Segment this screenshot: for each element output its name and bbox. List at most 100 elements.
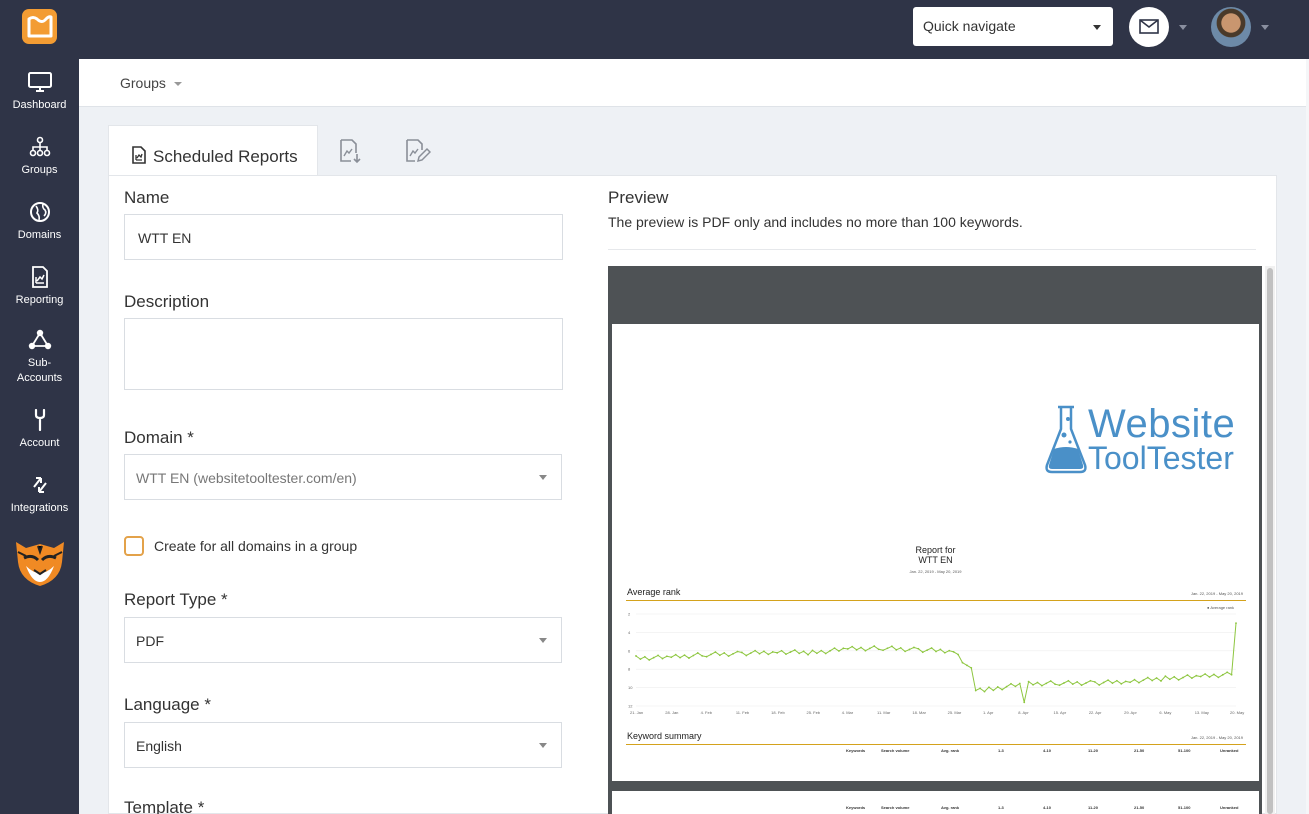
chart-data-point: [714, 651, 717, 653]
app-logo[interactable]: [22, 9, 57, 44]
chart-y-tick-label: 6: [628, 648, 631, 653]
chart-data-point: [1054, 683, 1057, 686]
chart-data-point: [952, 651, 955, 653]
chart-data-point: [965, 664, 968, 667]
keyword-summary-dates: Jan. 22, 2019 - May 20, 2019: [1190, 735, 1243, 740]
globe-icon: [29, 202, 50, 222]
preview-note: The preview is PDF only and includes no …: [608, 214, 1023, 230]
chart-data-point: [899, 646, 902, 649]
chart-data-point: [1071, 683, 1074, 686]
chart-data-point: [1040, 684, 1043, 687]
sidebar-item-integrations[interactable]: Integrations: [0, 474, 79, 516]
section-rule: [626, 600, 1246, 601]
chart-data-point: [1168, 678, 1171, 681]
sidebar-item-sub-accounts[interactable]: Sub- Accounts: [0, 329, 79, 386]
monitor-icon: [27, 72, 52, 92]
all-domains-checkbox-label[interactable]: Create for all domains in a group: [154, 538, 357, 554]
chart-data-point: [635, 655, 637, 657]
chart-data-point: [1063, 682, 1065, 684]
chart-data-point: [855, 648, 858, 651]
chart-data-point: [710, 653, 712, 656]
messages-dropdown-icon[interactable]: [1179, 25, 1187, 30]
chart-data-point: [1014, 685, 1017, 688]
chart-data-point: [740, 651, 743, 654]
chart-data-point: [1107, 679, 1109, 682]
chart-data-point: [873, 645, 876, 647]
summary-column-header: Keywords: [846, 805, 866, 810]
messages-button[interactable]: [1129, 7, 1169, 47]
pdf-page-2: [612, 791, 1259, 814]
quick-navigate-select[interactable]: Quick navigate: [913, 7, 1113, 46]
chart-data-point: [1102, 681, 1105, 684]
chart-data-point: [767, 653, 770, 656]
chart-x-tick-label: 4. Feb: [701, 710, 713, 715]
pdf-viewer-scroll-thumb[interactable]: [1267, 268, 1273, 814]
summary-column-header: 1-3: [998, 805, 1004, 810]
chart-data-point: [846, 648, 849, 650]
description-textarea[interactable]: [124, 318, 563, 390]
chart-data-point: [1001, 688, 1004, 691]
chart-data-point: [996, 686, 999, 688]
summary-column-header: Unranked: [1220, 805, 1239, 810]
sidebar-item-dashboard[interactable]: Dashboard: [0, 71, 79, 113]
domain-label: Domain *: [124, 428, 194, 447]
domain-select[interactable]: WTT EN (websitetooltester.com/en): [124, 454, 562, 500]
report-date-range: Jan. 22, 2019 - May 20, 2019: [909, 569, 962, 574]
chart-data-point: [842, 647, 845, 650]
chart-data-point: [868, 647, 871, 650]
chart-data-point: [970, 667, 973, 669]
groups-dropdown[interactable]: Groups: [120, 75, 166, 91]
chart-data-point: [1142, 679, 1145, 682]
chart-data-point: [917, 647, 920, 650]
chart-data-point: [988, 686, 990, 689]
preview-title: Preview: [608, 188, 669, 207]
language-select[interactable]: English: [124, 722, 562, 768]
chart-data-point: [1138, 681, 1140, 684]
sidebar-item-reporting[interactable]: Reporting: [0, 266, 79, 308]
tab-scheduled-reports[interactable]: Scheduled Reports: [108, 125, 318, 176]
report-type-select[interactable]: PDF: [124, 617, 562, 663]
chart-x-tick-label: 18. Mar: [912, 710, 926, 715]
sidebar-item-label: Integrations: [10, 502, 69, 514]
report-download-icon[interactable]: [337, 137, 365, 165]
chart-data-point: [882, 649, 884, 652]
chart-data-point: [1120, 682, 1123, 685]
chart-data-point: [1124, 680, 1127, 683]
chart-data-point: [657, 654, 659, 657]
all-domains-checkbox[interactable]: [124, 536, 144, 556]
chart-data-point: [829, 649, 832, 652]
chart-data-point: [860, 646, 862, 649]
sidebar-item-domains[interactable]: Domains: [0, 201, 79, 243]
average-rank-series-points: [635, 622, 1237, 704]
chart-data-point: [1027, 680, 1030, 683]
chart-data-point: [908, 648, 911, 651]
report-edit-icon[interactable]: [403, 137, 431, 165]
sidebar-item-label-line2: Accounts: [16, 372, 63, 384]
chart-data-point: [1177, 679, 1180, 681]
chart-data-point: [864, 649, 867, 652]
integrations-arrows-icon: [32, 477, 47, 493]
name-input[interactable]: WTT EN: [124, 214, 563, 260]
chart-data-point: [1085, 682, 1087, 684]
name-label: Name: [124, 188, 170, 207]
chart-data-point: [904, 650, 907, 653]
chart-data-point: [961, 661, 964, 664]
user-menu-dropdown-icon[interactable]: [1261, 25, 1269, 30]
user-avatar[interactable]: [1211, 7, 1251, 47]
sidebar: Dashboard Groups Domains Reporting Sub- …: [0, 59, 79, 814]
chart-data-point: [723, 652, 726, 654]
sidebar-item-groups[interactable]: Groups: [0, 136, 79, 178]
average-rank-dates: Jan. 22, 2019 - May 20, 2019: [1190, 591, 1243, 596]
summary-column-header: 21-50: [1134, 748, 1145, 753]
summary-column-header: Search volume: [881, 748, 910, 753]
chevron-down-icon[interactable]: [174, 82, 182, 86]
sidebar-item-account[interactable]: Account: [0, 409, 79, 451]
sidebar-item-label: Reporting: [15, 294, 64, 306]
chart-data-point: [648, 659, 651, 661]
chart-data-point: [749, 652, 752, 654]
section-rule: [626, 744, 1246, 745]
chart-data-point: [1036, 681, 1039, 684]
summary-column-header: 1-3: [998, 748, 1004, 753]
chart-data-point: [1080, 684, 1083, 687]
chart-data-point: [1129, 681, 1132, 684]
